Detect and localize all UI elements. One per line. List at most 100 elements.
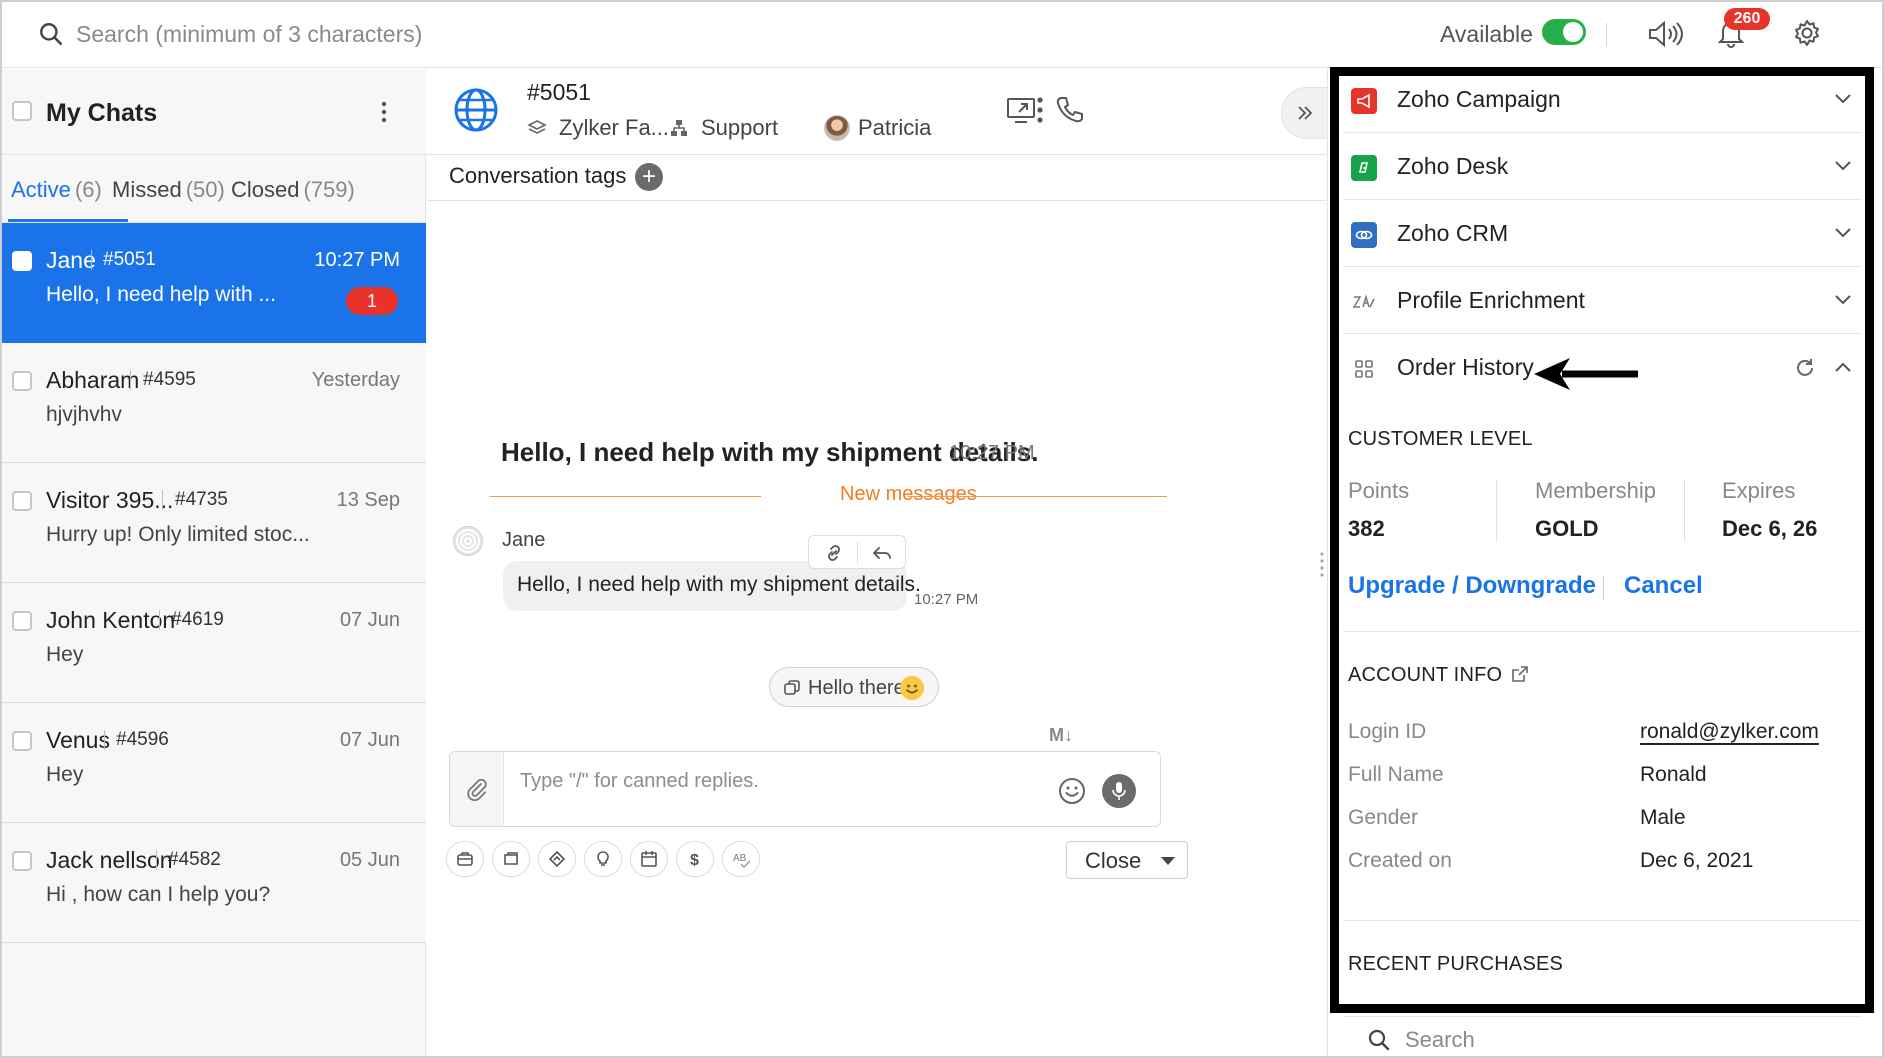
chat-time: 05 Jun [339, 849, 400, 871]
upgrade-downgrade-link[interactable]: Upgrade / Downgrade [1348, 572, 1596, 600]
chat-status-tabs: Active (6) Missed (50) Closed (759) [2, 155, 426, 223]
link-icon[interactable] [823, 543, 845, 563]
layers-icon [527, 120, 547, 134]
message-text: Hello, I need help with my shipment deta… [517, 573, 921, 596]
chat-name: Visitor 395... [46, 487, 174, 513]
sound-icon[interactable] [1646, 20, 1686, 48]
chat-list-item[interactable]: John Kenton #4619 07 Jun Hey [2, 583, 426, 703]
chat-checkbox[interactable] [12, 611, 32, 631]
search-icon[interactable] [38, 21, 64, 47]
crm-icon [1351, 222, 1377, 248]
reply-icon[interactable] [871, 543, 893, 563]
suggestion-text: Hello there [808, 677, 905, 699]
caret-down-icon [1161, 857, 1175, 865]
spellcheck-tool-button[interactable]: AB [722, 841, 760, 877]
refresh-icon[interactable] [1794, 357, 1816, 379]
add-tag-button[interactable]: + [635, 163, 663, 191]
chevron-up-icon[interactable] [1834, 361, 1852, 373]
external-link-icon[interactable] [1510, 664, 1530, 684]
avatar [824, 115, 850, 141]
tab-missed[interactable]: Missed (50) [112, 177, 225, 203]
chat-time: 07 Jun [339, 609, 400, 631]
chat-name: Jane [46, 247, 96, 273]
divider [857, 542, 858, 564]
kebab-icon[interactable] [1036, 93, 1044, 127]
gear-icon[interactable] [1792, 18, 1822, 48]
availability-toggle[interactable] [1542, 19, 1586, 45]
active-tab-indicator [8, 219, 128, 222]
tab-active[interactable]: Active (6) [11, 177, 102, 203]
my-chats-header: My Chats [2, 69, 426, 155]
chat-checkbox[interactable] [12, 491, 32, 511]
brand-name: Zylker Fa... [559, 115, 670, 140]
expires-value: Dec 6, 26 [1722, 516, 1818, 541]
suggestion-chip[interactable]: Hello there [769, 667, 939, 707]
divider [1343, 631, 1862, 632]
conversation-tags-label: Conversation tags [449, 163, 627, 188]
chat-name: Jack nellson [46, 847, 173, 873]
availability-label: Available [1440, 21, 1533, 47]
divider [104, 730, 105, 750]
spellcheck-icon: AB [733, 853, 751, 868]
search-icon[interactable] [1367, 1028, 1391, 1052]
divider [490, 496, 761, 497]
chevron-down-icon [1835, 228, 1851, 238]
login-id-value[interactable]: ronald@zylker.com [1640, 720, 1819, 744]
select-all-checkbox[interactable] [12, 101, 32, 121]
close-chat-button[interactable]: Close [1066, 841, 1188, 879]
unread-badge: 1 [346, 287, 398, 315]
accordion-profile-enrichment[interactable]: Profile Enrichment [1343, 268, 1862, 334]
conversation-header: #5051 Zylker Fa... Support Patricia [427, 69, 1326, 155]
idea-tool-button[interactable] [584, 841, 622, 877]
accordion-zoho-crm[interactable]: Zoho CRM [1343, 201, 1862, 267]
divider [908, 496, 1167, 497]
message-input[interactable] [520, 766, 1040, 796]
chat-checkbox[interactable] [12, 851, 32, 871]
conversation-id: #5051 [527, 79, 591, 105]
chevron-down-icon [1835, 295, 1851, 305]
calendar-tool-button[interactable] [630, 841, 668, 877]
markdown-icon[interactable]: M↓ [1049, 725, 1073, 746]
voice-record-button[interactable] [1102, 774, 1136, 808]
attach-button[interactable] [450, 752, 504, 826]
globe-icon [454, 88, 498, 132]
emoji-icon[interactable] [1058, 777, 1086, 805]
department-icon [671, 120, 687, 136]
chat-list-item[interactable]: Jack nellson #4582 05 Jun Hi , how can I… [2, 823, 426, 943]
cancel-membership-link[interactable]: Cancel [1624, 572, 1703, 600]
notification-badge: 260 [1724, 8, 1770, 30]
more-options-icon[interactable] [380, 100, 388, 124]
chat-checkbox[interactable] [12, 371, 32, 391]
chat-list-item[interactable]: Venus #4596 07 Jun Hey [2, 703, 426, 823]
briefcase-icon [457, 852, 473, 866]
accordion-zoho-campaign[interactable]: Zoho Campaign [1343, 67, 1862, 133]
svg-text:$: $ [690, 852, 699, 868]
chat-name: Abharam [46, 367, 140, 393]
panel-search-input[interactable] [1405, 1025, 1705, 1055]
gender-label: Gender [1348, 806, 1419, 829]
conversation-panel: #5051 Zylker Fa... Support Patricia Conv… [427, 69, 1326, 1056]
routing-tool-button[interactable] [538, 841, 576, 877]
chat-checkbox[interactable] [12, 251, 32, 271]
agent-name: Patricia [858, 115, 932, 140]
divider [1343, 920, 1862, 921]
global-search-input[interactable] [76, 18, 576, 50]
panel-search-bar [1343, 1016, 1862, 1058]
payment-tool-button[interactable]: $ [676, 841, 714, 877]
chat-list-item[interactable]: Visitor 395... #4735 13 Sep Hurry up! On… [2, 463, 426, 583]
chat-checkbox[interactable] [12, 731, 32, 751]
conversation-tags-bar: Conversation tags + [427, 155, 1326, 201]
message-time: 10:27 PM [949, 442, 1035, 464]
chat-list-item[interactable]: Abharam #4595 Yesterday hjvjhvhv [2, 343, 426, 463]
tab-closed[interactable]: Closed (759) [231, 177, 355, 203]
chat-id: #4735 [175, 489, 228, 510]
chat-preview: Hi , how can I help you? [46, 883, 271, 906]
accordion-zoho-desk[interactable]: Zoho Desk [1343, 134, 1862, 200]
expand-panel-button[interactable] [1281, 87, 1329, 139]
briefcase-tool-button[interactable] [446, 841, 484, 877]
chat-list-item[interactable]: Jane #5051 10:27 PM Hello, I need help w… [2, 223, 426, 343]
double-chevron-right-icon [1298, 106, 1313, 120]
resize-handle-icon[interactable] [1319, 548, 1325, 584]
article-tool-button[interactable] [492, 841, 530, 877]
close-chat-label: Close [1085, 848, 1142, 873]
